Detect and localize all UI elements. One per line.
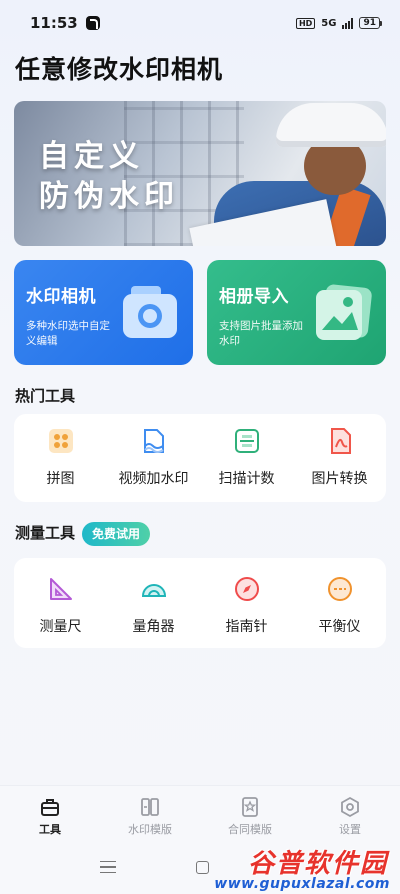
watermark-brand: 谷普软件园: [247, 849, 388, 879]
site-watermark: 谷普软件园 www.gupuxlazal.com: [196, 843, 400, 894]
camera-icon: [123, 286, 177, 338]
level-icon: [327, 577, 352, 601]
watermark-template-icon: [141, 798, 159, 816]
free-trial-badge: 免费试用: [82, 522, 151, 546]
tool-scan-count-label: 扫描计数: [218, 471, 275, 487]
tool-protractor[interactable]: 量角器: [109, 574, 199, 636]
status-left: 11:53: [30, 14, 100, 32]
nav-tools-label: 工具: [39, 823, 61, 836]
scan-count-icon: [234, 429, 259, 453]
tool-image-convert[interactable]: 图片转换: [295, 426, 385, 488]
nav-contract-templates[interactable]: 合同模版: [200, 786, 300, 843]
collage-icon: [48, 429, 73, 453]
hot-tools-title: 热门工具: [15, 387, 76, 405]
album-import-card[interactable]: 相册导入 支持图片批量添加水印: [207, 260, 386, 365]
tool-video-watermark-label: 视频加水印: [118, 471, 189, 487]
status-bar: 11:53 HD 5G 91: [0, 0, 400, 46]
nav-settings-label: 设置: [339, 823, 361, 836]
tool-ruler-label: 测量尺: [39, 619, 82, 635]
tool-collage-label: 拼图: [46, 471, 75, 487]
status-time: 11:53: [30, 14, 78, 32]
battery-icon: 91: [359, 17, 382, 29]
measure-tools-title: 测量工具: [15, 524, 76, 542]
tool-ruler[interactable]: 测量尺: [16, 574, 106, 636]
tool-image-convert-label: 图片转换: [311, 471, 368, 487]
hot-tools-panel: 拼图 视频加水印 扫描计数 图片转换: [14, 414, 386, 502]
watermark-url: www.gupuxlazal.com: [214, 876, 390, 892]
banner-worker-helmet: [276, 103, 386, 147]
nav-settings[interactable]: 设置: [300, 786, 400, 843]
settings-icon: [341, 796, 359, 818]
nav-tools[interactable]: 工具: [0, 786, 100, 843]
video-watermark-icon: [143, 429, 164, 453]
nav-contract-templates-label: 合同模版: [228, 823, 272, 836]
watermark-camera-subtitle: 多种水印选中自定义编辑: [26, 320, 110, 347]
bottom-nav: 工具 水印模版 合同模版 设置: [0, 785, 400, 843]
banner-line-1: 自定义: [39, 139, 144, 174]
banner-text: 自定义 防伪水印: [39, 137, 179, 217]
battery-tip: [380, 20, 382, 26]
compass-icon: [234, 577, 259, 601]
contract-template-icon: [242, 797, 258, 817]
banner-line-2: 防伪水印: [39, 179, 179, 214]
network-label: 5G: [321, 17, 337, 29]
tool-level[interactable]: 平衡仪: [295, 574, 385, 636]
tool-compass-label: 指南针: [225, 619, 268, 635]
protractor-icon: [141, 584, 166, 597]
photo-import-icon: [316, 284, 372, 340]
promo-banner[interactable]: 自定义 防伪水印: [14, 101, 386, 246]
page-title: 任意修改水印相机: [15, 55, 224, 84]
menu-icon[interactable]: [100, 861, 116, 873]
tool-video-watermark[interactable]: 视频加水印: [109, 426, 199, 488]
tool-compass[interactable]: 指南针: [202, 574, 292, 636]
tool-collage[interactable]: 拼图: [16, 426, 106, 488]
hd-badge: HD: [295, 17, 316, 29]
watermark-camera-card[interactable]: 水印相机 多种水印选中自定义编辑: [14, 260, 193, 365]
measure-tools-panel: 测量尺 量角器 指南针 平衡仪: [14, 558, 386, 648]
toolbox-icon: [41, 799, 59, 816]
tool-protractor-label: 量角器: [132, 619, 175, 635]
battery-level: 91: [359, 17, 380, 29]
pdf-convert-icon: [330, 428, 351, 454]
nav-watermark-templates-label: 水印模版: [128, 823, 172, 836]
tool-scan-count[interactable]: 扫描计数: [202, 426, 292, 488]
status-right: HD 5G 91: [295, 17, 382, 29]
nav-watermark-templates[interactable]: 水印模版: [100, 786, 200, 843]
tiktok-notification-icon: [85, 16, 100, 30]
signal-icon: [342, 17, 354, 29]
tool-level-label: 平衡仪: [318, 619, 361, 635]
album-import-subtitle: 支持图片批量添加水印: [219, 320, 303, 347]
ruler-icon: [49, 578, 72, 600]
